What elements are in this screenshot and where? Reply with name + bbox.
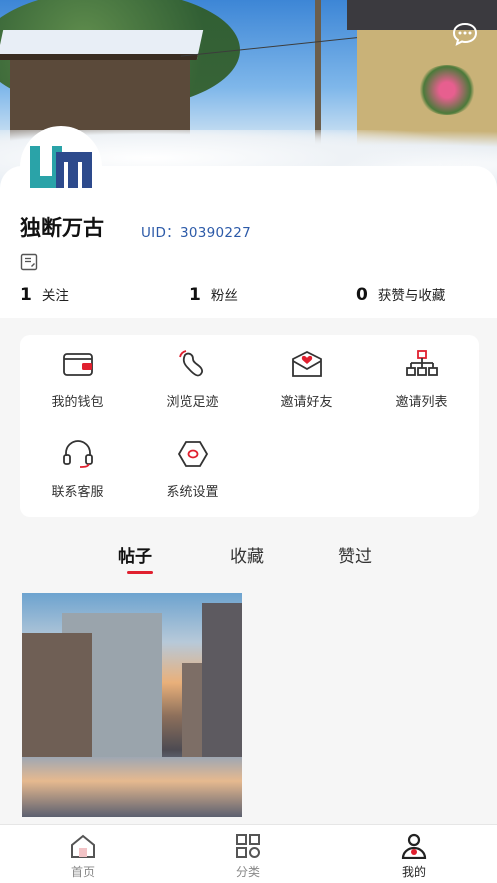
- grid-icon: [236, 834, 260, 858]
- menu-item-invite-friends[interactable]: 邀请好友: [249, 335, 364, 415]
- nav-category[interactable]: 分类: [208, 833, 288, 880]
- bottom-nav: 首页 分类 我的: [0, 824, 497, 883]
- menu-label-history: 浏览足迹: [166, 395, 219, 410]
- org-chart-icon: [405, 350, 438, 376]
- logo-avatar-icon: [30, 146, 92, 188]
- stat-following-value: 1: [20, 285, 32, 305]
- banner-flowers: [417, 65, 477, 115]
- menu-label-customer-service: 联系客服: [51, 485, 104, 500]
- stat-following-label: 关注: [41, 288, 69, 304]
- uid-text: UID：30390227: [141, 225, 252, 241]
- person-icon: [401, 833, 427, 859]
- nav-home[interactable]: 首页: [43, 833, 123, 880]
- menu-item-history[interactable]: 浏览足迹: [135, 335, 250, 415]
- post-image-building: [202, 603, 242, 763]
- avatar[interactable]: [20, 126, 102, 208]
- nickname: 独断万古: [20, 216, 104, 240]
- menu-label-settings: 系统设置: [166, 485, 219, 500]
- menu-label-invite-friends: 邀请好友: [280, 395, 333, 410]
- stat-likes-value: 0: [356, 285, 368, 305]
- stat-followers[interactable]: 1 粉丝: [189, 284, 238, 305]
- stat-followers-label: 粉丝: [210, 288, 238, 304]
- post-image-street: [22, 757, 242, 817]
- tab-active-indicator: [127, 571, 153, 574]
- post-thumbnail[interactable]: [22, 593, 242, 817]
- nav-home-label: 首页: [70, 865, 95, 879]
- note-icon[interactable]: [20, 253, 38, 271]
- home-icon: [71, 834, 95, 858]
- menu-label-wallet: 我的钱包: [51, 395, 104, 410]
- headset-icon: [62, 440, 93, 468]
- menu-card: 我的钱包 浏览足迹 邀请好友 邀请列表 联系客服 系统设置: [20, 335, 479, 517]
- invite-mail-icon: [291, 350, 322, 377]
- menu-item-invite-list[interactable]: 邀请列表: [364, 335, 479, 415]
- chat-bubble-icon[interactable]: [452, 22, 478, 46]
- nav-category-label: 分类: [235, 865, 260, 879]
- tab-liked[interactable]: 赞过: [338, 542, 372, 567]
- wallet-icon: [62, 353, 93, 376]
- tab-favorites[interactable]: 收藏: [230, 542, 264, 567]
- settings-hex-icon: [177, 441, 208, 467]
- footprint-icon: [178, 350, 203, 377]
- menu-item-customer-service[interactable]: 联系客服: [20, 425, 135, 505]
- nav-mine-label: 我的: [401, 865, 426, 879]
- stat-likes[interactable]: 0 获赞与收藏: [356, 284, 445, 305]
- nav-mine[interactable]: 我的: [374, 833, 454, 880]
- menu-item-settings[interactable]: 系统设置: [135, 425, 250, 505]
- stat-followers-value: 1: [189, 285, 201, 305]
- stat-likes-label: 获赞与收藏: [377, 288, 446, 304]
- menu-item-wallet[interactable]: 我的钱包: [20, 335, 135, 415]
- tab-posts[interactable]: 帖子: [118, 542, 152, 567]
- banner-roof-left: [0, 30, 204, 60]
- post-image-building: [22, 633, 92, 773]
- menu-label-invite-list: 邀请列表: [395, 395, 448, 410]
- stat-following[interactable]: 1 关注: [20, 284, 69, 305]
